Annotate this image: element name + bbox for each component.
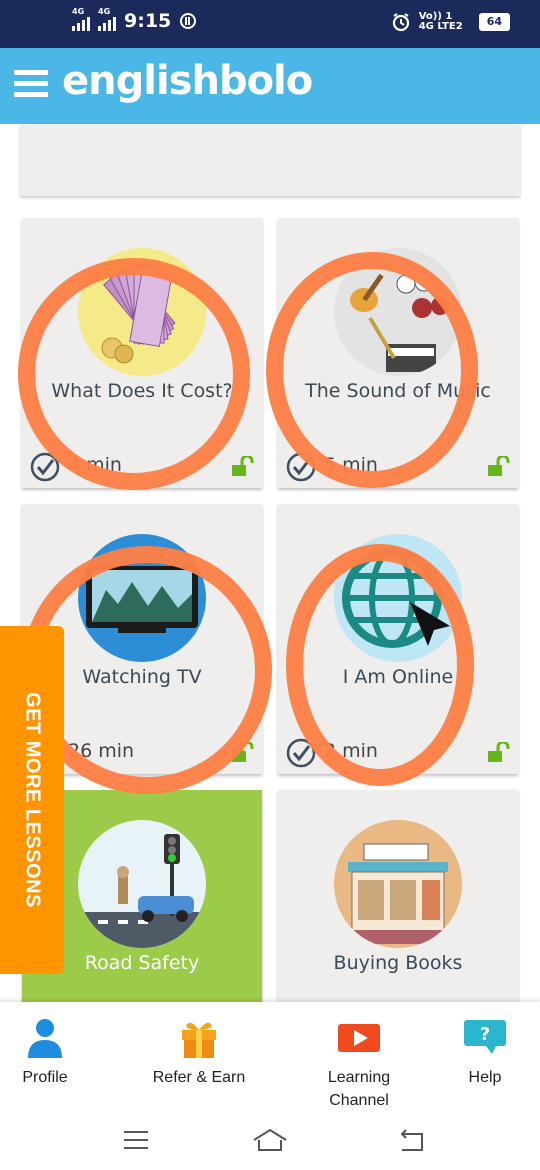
lesson-card[interactable]: I Am Online 2 min [278, 504, 518, 774]
check-icon [286, 452, 316, 482]
lesson-duration: 4 min [68, 454, 122, 476]
lesson-duration: 26 min [68, 740, 135, 762]
gift-icon [178, 1016, 220, 1058]
home-icon[interactable] [252, 1126, 288, 1154]
nav-help[interactable]: ? Help [425, 1016, 540, 1089]
play-icon [338, 1016, 380, 1058]
bottom-nav: Profile Refer & Earn Learning Channel ? … [0, 1002, 540, 1110]
check-icon [286, 738, 316, 768]
alarm-icon [392, 13, 409, 32]
back-icon[interactable] [396, 1126, 428, 1154]
lesson-grid[interactable]: What Does It Cost? 4 min The Sound of Mu… [0, 124, 540, 1002]
side-tab-label: GET MORE LESSONS [21, 692, 44, 908]
nav-label: Profile [22, 1069, 68, 1086]
data-saver-icon [180, 13, 197, 29]
app-header: englishbolo [0, 48, 540, 124]
nav-label: Refer & Earn [152, 1069, 246, 1086]
tv-art [78, 534, 206, 662]
network-label: Vo)) 1 4G LTE2 [418, 11, 463, 32]
unlock-icon [232, 742, 254, 762]
signal-label: 4G [98, 7, 111, 16]
signal-icon: 4G [98, 7, 116, 31]
bookshop-art [334, 820, 462, 948]
unlock-icon [488, 456, 510, 476]
check-icon [30, 452, 60, 482]
lesson-card[interactable]: What Does It Cost? 4 min [22, 218, 262, 488]
menu-icon[interactable] [14, 70, 48, 102]
help-icon: ? [464, 1016, 506, 1058]
svg-text:?: ? [480, 1024, 490, 1045]
instruments-art [334, 248, 462, 376]
clock: 9:15 [124, 10, 172, 32]
signal-label: 4G [72, 7, 85, 16]
nav-learning-channel[interactable]: Learning Channel [299, 1016, 419, 1112]
system-nav [0, 1110, 540, 1170]
nav-profile[interactable]: Profile [0, 1016, 105, 1089]
lesson-title: The Sound of Music [305, 380, 491, 402]
nav-label: Help [468, 1069, 502, 1086]
lesson-title: Buying Books [333, 952, 463, 974]
get-more-lessons-tab[interactable]: GET MORE LESSONS [0, 626, 64, 974]
nav-refer-earn[interactable]: Refer & Earn [139, 1016, 259, 1089]
lesson-title: I Am Online [342, 666, 454, 688]
app-logo: englishbolo [62, 58, 313, 104]
rupee-notes-art [78, 248, 206, 376]
signal-icon: 4G [72, 7, 90, 31]
traffic-art [78, 820, 206, 948]
profile-icon [24, 1016, 66, 1058]
lesson-card[interactable]: Buying Books [278, 790, 518, 1002]
lesson-card[interactable]: The Sound of Music 5 min [278, 218, 518, 488]
nav-label: Learning Channel [327, 1069, 391, 1109]
lesson-duration: 5 min [324, 454, 378, 476]
lesson-duration: 2 min [324, 740, 378, 762]
unlock-icon [232, 456, 254, 476]
recents-icon[interactable] [120, 1126, 152, 1154]
lesson-card-partial[interactable] [20, 124, 520, 196]
lesson-title: What Does It Cost? [51, 380, 233, 402]
unlock-icon [488, 742, 510, 762]
globe-art [334, 534, 462, 662]
battery-icon: 64 [478, 13, 510, 31]
status-bar: 4G 4G 9:15 Vo)) 1 4G LTE2 64 [0, 0, 540, 48]
